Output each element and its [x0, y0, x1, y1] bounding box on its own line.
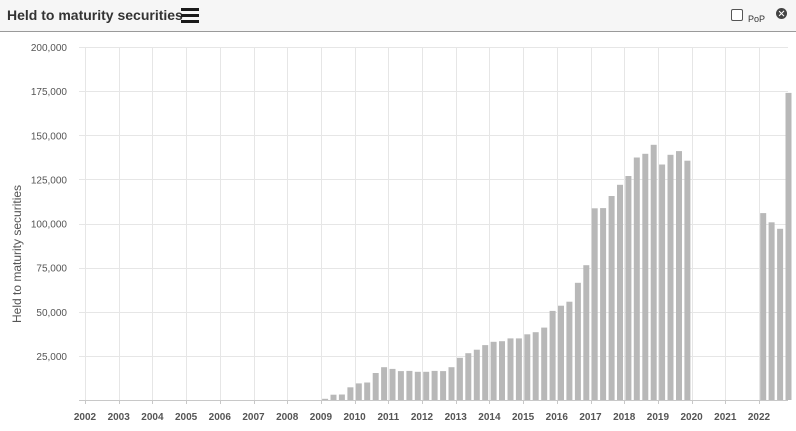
bar-2016-q3[interactable] — [574, 282, 581, 400]
y-tick-label: 50,000 — [36, 308, 67, 319]
bar-2022-q2[interactable] — [768, 222, 775, 400]
bar-2012-q3[interactable] — [440, 371, 447, 400]
chart: 2002 2003 2004 2005 2006 2007 2008 2009 2010 2011… — [10, 43, 792, 423]
bar-2010-q4[interactable] — [381, 367, 388, 400]
bar-2013-q4[interactable] — [482, 345, 489, 400]
bar-2011-q1[interactable] — [389, 368, 396, 400]
bar-2019-q2[interactable] — [667, 154, 674, 400]
bar-2016-q1[interactable] — [558, 305, 564, 400]
bar-2019-q3[interactable] — [676, 151, 682, 400]
y-tick-label: 150,000 — [31, 131, 68, 142]
x-tick-label-2005: 2005 — [175, 412, 198, 423]
bar-2012-q2[interactable] — [431, 370, 438, 400]
bars — [322, 92, 792, 401]
bar-2010-q3[interactable] — [372, 373, 379, 400]
bar-2018-q4[interactable] — [650, 144, 657, 400]
panel-header: Held to maturity securities PoP — [0, 0, 796, 32]
y-tick-label: 100,000 — [31, 220, 68, 231]
x-tick-label-2015: 2015 — [512, 412, 535, 423]
x-tick-label-2011: 2011 — [377, 412, 399, 423]
x-tick-label-2004: 2004 — [141, 412, 164, 423]
x-tick-label-2019: 2019 — [647, 412, 670, 423]
bar-2010-q1[interactable] — [355, 383, 362, 400]
x-tick-label-2012: 2012 — [411, 412, 434, 423]
pop-checkbox[interactable] — [731, 9, 743, 21]
bar-2018-q3[interactable] — [642, 153, 649, 400]
x-tick-label-2008: 2008 — [276, 412, 299, 423]
bar-2015-q2[interactable] — [532, 332, 539, 400]
pop-label: PoP — [748, 14, 766, 24]
hamburger-menu-icon[interactable] — [181, 8, 199, 23]
x-tick-label-2002: 2002 — [74, 412, 97, 423]
y-tick-label: 25,000 — [36, 352, 67, 363]
y-tick-label: 200,000 — [31, 43, 68, 54]
x-tick-label-2006: 2006 — [209, 412, 232, 423]
bar-2009-q1[interactable] — [322, 398, 329, 400]
bar-2010-q2[interactable] — [364, 382, 371, 401]
bar-2011-q4[interactable] — [414, 371, 421, 400]
bar-2017-q2[interactable] — [600, 208, 607, 400]
x-tick-label-2009: 2009 — [310, 412, 333, 423]
bar-2013-q2[interactable] — [465, 353, 472, 400]
bar-2009-q3[interactable] — [338, 394, 345, 401]
x-tick-label-2017: 2017 — [579, 412, 602, 423]
bar-2016-q4[interactable] — [583, 265, 590, 400]
bar-2014-q2[interactable] — [499, 341, 505, 400]
bar-2017-q1[interactable] — [591, 208, 598, 400]
bar-2016-q2[interactable] — [566, 301, 573, 400]
bar-2015-q3[interactable] — [541, 327, 548, 400]
bar-2012-q4[interactable] — [448, 367, 455, 400]
axes: 2002 2003 2004 2005 2006 2007 2008 2009 2010 2011… — [31, 43, 788, 423]
bar-2022-q1[interactable] — [760, 213, 767, 400]
close-circle-icon[interactable] — [776, 8, 787, 19]
bar-2009-q4[interactable] — [347, 387, 354, 400]
bar-2009-q2[interactable] — [330, 394, 337, 400]
x-tick-label-2022: 2022 — [748, 412, 771, 423]
bar-2014-q4[interactable] — [515, 338, 522, 400]
y-tick-label: 75,000 — [36, 264, 67, 275]
bar-2018-q1[interactable] — [625, 176, 632, 400]
x-tick-label-2003: 2003 — [108, 412, 131, 423]
y-tick-label: 175,000 — [31, 87, 68, 98]
bar-2019-q4[interactable] — [684, 160, 691, 400]
bar-2022-q4[interactable] — [785, 92, 792, 401]
bar-2019-q1[interactable] — [659, 164, 666, 401]
bar-2014-q1[interactable] — [490, 341, 497, 400]
x-tick-label-2014: 2014 — [478, 412, 501, 423]
bar-2015-q1[interactable] — [524, 334, 531, 400]
bar-2018-q2[interactable] — [633, 157, 640, 401]
bar-2011-q2[interactable] — [397, 371, 404, 400]
y-tick-label: 125,000 — [31, 175, 68, 186]
bar-2017-q3[interactable] — [608, 196, 615, 400]
x-tick-label-2010: 2010 — [343, 412, 366, 423]
bar-2011-q3[interactable] — [406, 370, 413, 400]
x-tick-label-2020: 2020 — [680, 412, 703, 423]
x-tick-label-2007: 2007 — [242, 412, 265, 423]
x-tick-label-2018: 2018 — [613, 412, 636, 423]
x-tick-label-2016: 2016 — [546, 412, 569, 423]
bar-2013-q1[interactable] — [456, 357, 463, 400]
x-tick-label-2021: 2021 — [714, 412, 737, 423]
bar-2015-q4[interactable] — [549, 310, 556, 400]
bar-2013-q3[interactable] — [473, 349, 480, 400]
bar-2012-q1[interactable] — [423, 371, 430, 400]
x-tick-label-2013: 2013 — [445, 412, 468, 423]
y-axis-label: Held to maturity securities — [10, 185, 24, 323]
panel-title: Held to maturity securities — [7, 7, 183, 23]
bar-2022-q3[interactable] — [777, 228, 784, 400]
bar-2014-q3[interactable] — [507, 338, 514, 400]
bar-2017-q4[interactable] — [617, 184, 623, 400]
